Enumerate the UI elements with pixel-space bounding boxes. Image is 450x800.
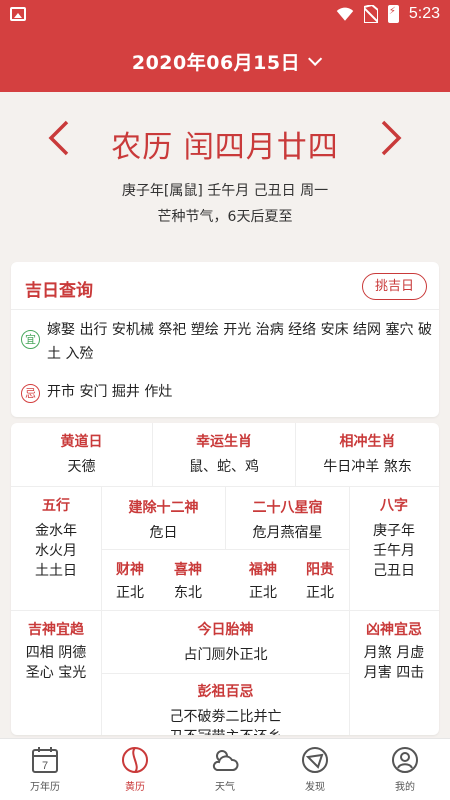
solar-term-info: 芒种节气，6天后夏至	[157, 209, 293, 225]
next-day-button[interactable]	[380, 120, 402, 163]
tab-discover[interactable]: 发现	[270, 739, 360, 800]
jishen-value-2: 圣心 宝光	[25, 665, 87, 681]
chevron-down-icon[interactable]	[308, 51, 323, 66]
jianchu-label: 建除十二神	[128, 500, 199, 516]
yanggui-cell: 阳贵 正北	[292, 559, 348, 603]
xiu-cell: 二十八星宿 危月燕宿星	[226, 497, 349, 543]
jianchu-cell: 建除十二神 危日	[102, 497, 225, 543]
conflict-zodiac-cell: 相冲生肖 牛日冲羊 煞东	[296, 431, 439, 477]
divider	[102, 673, 349, 674]
wifi-icon	[336, 7, 354, 21]
almanac-grid-card: 黄道日 天德 幸运生肖 鼠、蛇、鸡 相冲生肖 牛日冲羊 煞东 五行 金水年 水火…	[11, 423, 439, 735]
xishen-cell: 喜神 东北	[160, 559, 216, 603]
tab-profile[interactable]: 我的	[360, 739, 450, 800]
jishen-value-1: 四相 阴德	[25, 645, 87, 661]
image-notification-icon	[10, 7, 26, 21]
yanggui-value: 正北	[306, 585, 334, 601]
yanggui-label: 阳贵	[306, 562, 334, 578]
xishen-label: 喜神	[174, 562, 202, 578]
auspicious-day-title: 吉日查询	[25, 281, 93, 301]
xiongshen-cell: 凶神宜忌 月煞 月虚 月害 四击	[349, 619, 439, 683]
profile-icon[interactable]	[390, 745, 420, 775]
conflict-zodiac-value: 牛日冲羊 煞东	[323, 459, 412, 475]
lucky-zodiac-label: 幸运生肖	[196, 434, 252, 450]
ganzhi-info: 庚子年[属鼠] 壬午月 己丑日 周一	[121, 183, 329, 199]
date-picker-header[interactable]: 2020年06月15日	[0, 30, 450, 92]
discover-icon[interactable]	[300, 745, 330, 775]
wuxing-month: 水火月	[35, 543, 77, 559]
xiongshen-value-1: 月煞 月虚	[363, 645, 425, 661]
bazi-month: 壬午月	[373, 543, 415, 559]
tab-huangli[interactable]: 黄历	[90, 739, 180, 800]
pengzu-cell: 彭祖百忌 己不破劵二比并亡 丑不冠带主不还乡	[102, 681, 349, 735]
huangdao-cell: 黄道日 天德	[11, 431, 152, 477]
tab-label: 发现	[305, 782, 325, 793]
bottom-tab-bar: 7 万年历 黄历 天气 发现 我的	[0, 738, 450, 800]
xishen-value: 东北	[174, 585, 202, 601]
status-bar: 5:23	[0, 0, 450, 30]
tab-label: 黄历	[125, 782, 145, 793]
bazi-day: 己丑日	[373, 563, 415, 579]
tab-wannianli[interactable]: 7 万年历	[0, 739, 90, 800]
yinyang-icon[interactable]	[120, 745, 150, 775]
wuxing-label: 五行	[42, 498, 70, 514]
auspicious-day-card: 吉日查询 挑吉日 宜 嫁娶 出行 安机械 祭祀 塑绘 开光 治病 经络 安床 结…	[11, 262, 439, 417]
status-time: 5:23	[408, 5, 440, 22]
divider	[152, 423, 153, 486]
calendar-icon[interactable]: 7	[30, 745, 60, 775]
tab-label: 天气	[215, 782, 235, 793]
wuxing-cell: 五行 金水年 水火月 土土日	[11, 495, 101, 581]
lucky-zodiac-cell: 幸运生肖 鼠、蛇、鸡	[153, 431, 295, 477]
huangdao-value: 天德	[67, 459, 96, 475]
caishen-value: 正北	[116, 585, 144, 601]
xiu-label: 二十八星宿	[252, 500, 323, 516]
fushen-label: 福神	[249, 562, 277, 578]
jishen-cell: 吉神宜趋 四相 阴德 圣心 宝光	[11, 619, 101, 683]
divider	[11, 610, 439, 611]
lucky-zodiac-value: 鼠、蛇、鸡	[189, 459, 259, 475]
fushen-cell: 福神 正北	[235, 559, 291, 603]
lunar-date-panel: 农历 闰四月廿四 庚子年[属鼠] 壬午月 己丑日 周一 芒种节气，6天后夏至	[0, 92, 450, 262]
xiu-value: 危月燕宿星	[252, 525, 323, 541]
weather-icon[interactable]	[210, 745, 240, 775]
ji-badge: 忌	[21, 384, 40, 403]
tab-label: 万年历	[30, 782, 60, 793]
selected-date[interactable]: 2020年06月15日	[132, 48, 300, 75]
divider	[225, 486, 226, 549]
chevron-right-icon[interactable]	[380, 120, 402, 156]
wuxing-year: 金水年	[35, 523, 77, 539]
caishen-label: 财神	[116, 562, 144, 578]
no-sim-icon	[363, 5, 378, 23]
fushen-value: 正北	[249, 585, 277, 601]
pick-auspicious-day-button[interactable]: 挑吉日	[361, 273, 427, 300]
xiongshen-label: 凶神宜忌	[366, 622, 422, 638]
taishen-label: 今日胎神	[197, 622, 254, 638]
pengzu-label: 彭祖百忌	[197, 684, 254, 700]
bazi-label: 八字	[380, 498, 408, 514]
calendar-icon-day: 7	[42, 760, 48, 772]
ji-row: 忌 开市 安门 掘井 作灶	[21, 380, 437, 404]
taishen-cell: 今日胎神 占门厕外正北	[102, 619, 349, 665]
conflict-zodiac-label: 相冲生肖	[339, 434, 396, 450]
xiongshen-value-2: 月害 四击	[363, 665, 425, 681]
bazi-cell: 八字 庚子年 壬午月 己丑日	[349, 495, 439, 581]
battery-charging-icon	[387, 5, 399, 23]
yi-row: 宜 嫁娶 出行 安机械 祭祀 塑绘 开光 治病 经络 安床 结网 塞穴 破土 入…	[21, 318, 437, 366]
divider	[295, 423, 296, 486]
divider	[102, 549, 349, 550]
huangdao-label: 黄道日	[60, 434, 103, 450]
pengzu-value-2: 丑不冠带主不还乡	[102, 727, 349, 735]
jianchu-value: 危日	[149, 525, 178, 541]
tab-label: 我的	[395, 782, 415, 793]
pengzu-value-1: 己不破劵二比并亡	[169, 709, 282, 725]
caishen-cell: 财神 正北	[102, 559, 158, 603]
bazi-year: 庚子年	[373, 523, 415, 539]
yi-text: 嫁娶 出行 安机械 祭祀 塑绘 开光 治病 经络 安床 结网 塞穴 破土 入殓	[47, 322, 432, 362]
yi-badge: 宜	[21, 330, 40, 349]
ji-text: 开市 安门 掘井 作灶	[47, 384, 173, 400]
wuxing-day: 土土日	[35, 563, 77, 579]
jishen-label: 吉神宜趋	[28, 622, 84, 638]
taishen-value: 占门厕外正北	[183, 647, 268, 663]
tab-weather[interactable]: 天气	[180, 739, 270, 800]
